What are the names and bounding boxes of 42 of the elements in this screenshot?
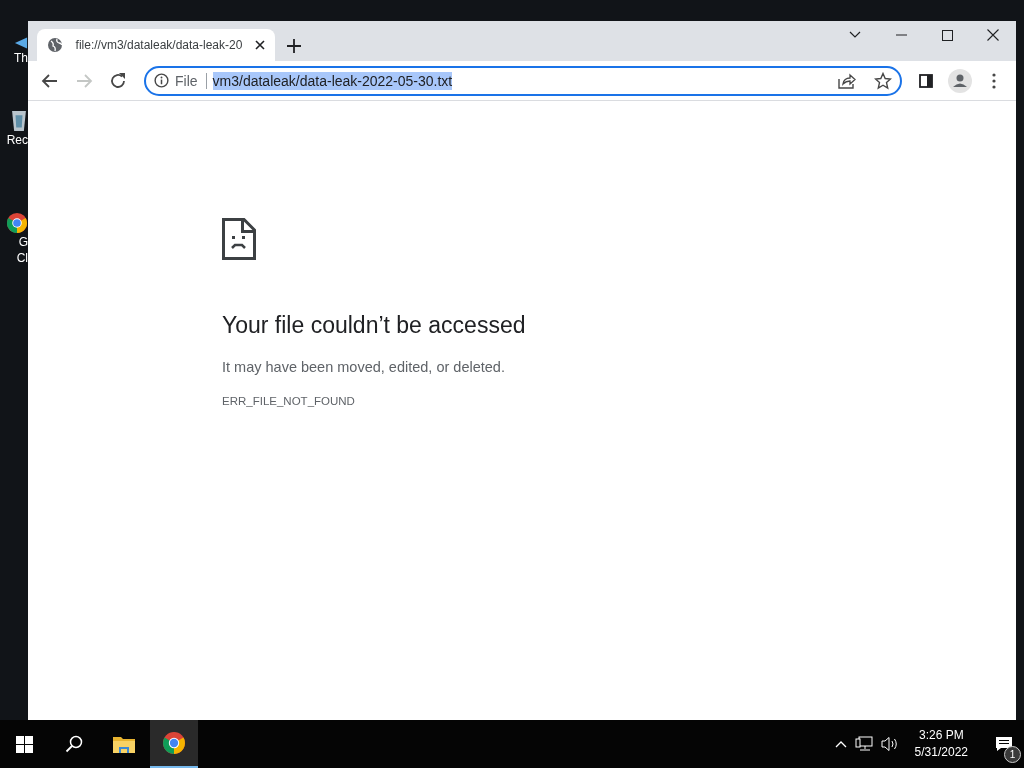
error-heading: Your file couldn’t be accessed [222, 312, 526, 339]
chrome-icon [162, 731, 186, 755]
taskbar-button[interactable] [150, 720, 198, 768]
reload-icon [108, 70, 128, 91]
chevron-up-icon[interactable] [834, 740, 847, 748]
profile-button[interactable] [946, 66, 974, 95]
speaker-icon[interactable] [880, 736, 899, 752]
desktop-icon-label[interactable]: Rec [6, 132, 28, 148]
network-icon[interactable] [854, 736, 873, 752]
globe-icon [47, 37, 63, 53]
error-code: ERR_FILE_NOT_FOUND [222, 395, 355, 407]
folder-icon [113, 735, 135, 753]
menu-icon [992, 72, 996, 89]
notification-badge: 1 [1004, 746, 1021, 763]
search-icon [65, 735, 83, 753]
minimize-icon [895, 34, 907, 36]
scheme-label: File [175, 72, 207, 89]
desktop-icon-label[interactable]: Cl [16, 250, 28, 266]
chevron-down-icon [849, 31, 861, 39]
notification-button[interactable]: 1 [984, 720, 1024, 768]
desktop-icon-label[interactable]: G [18, 234, 28, 250]
arrow-icon [14, 36, 28, 50]
recycle-bin-icon [10, 108, 28, 132]
close-icon[interactable] [255, 40, 265, 50]
plus-icon [287, 39, 301, 53]
url-text[interactable]: vm3/dataleak/data-leak-2022-05-30.txt [212, 71, 453, 90]
error-message: It may have been moved, edited, or deleted. [222, 359, 505, 375]
browser-tab[interactable]: file://vm3/dataleak/data-leak-20 [37, 29, 275, 61]
share-icon[interactable] [838, 72, 856, 89]
clock[interactable]: 3:26 PM 5/31/2022 [906, 727, 976, 761]
close-icon [987, 29, 999, 41]
address-bar[interactable]: File vm3/dataleak/data-leak-2022-05-30.txt [144, 65, 902, 96]
sad-file-icon [222, 218, 256, 260]
side-panel-icon [919, 73, 933, 88]
notification-icon [995, 736, 1013, 752]
maximize-icon [941, 29, 953, 41]
windows-logo-icon [15, 735, 33, 753]
star-icon[interactable] [874, 71, 892, 90]
new-tab-button[interactable] [287, 39, 301, 53]
info-icon [154, 73, 169, 88]
profile-icon [948, 68, 972, 93]
desktop-icon-label[interactable]: Th [14, 50, 28, 66]
